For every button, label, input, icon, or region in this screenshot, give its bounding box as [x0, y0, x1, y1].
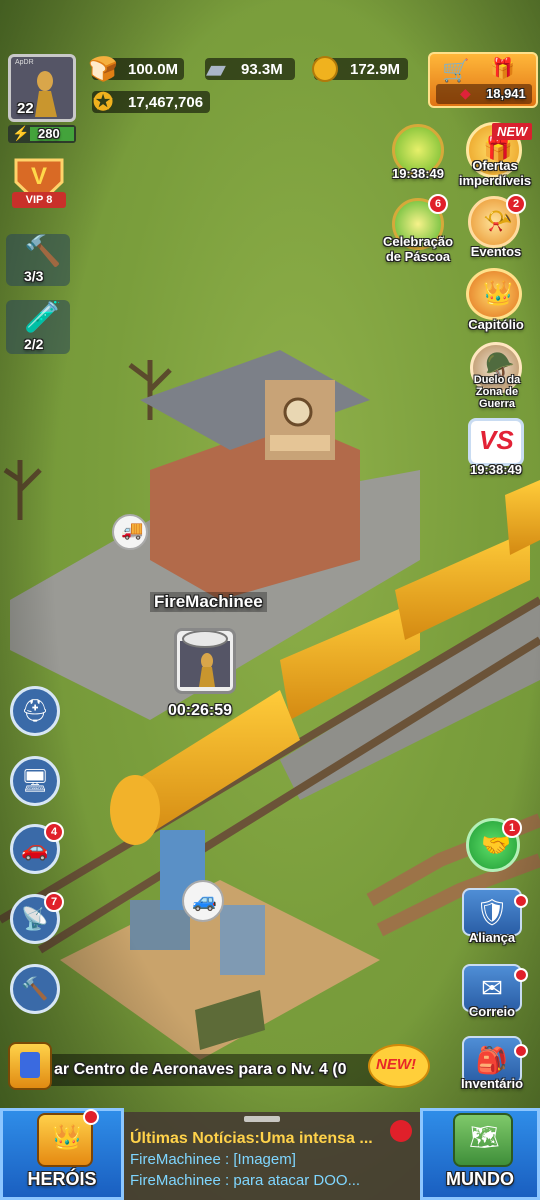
backpack-icon: 🎒 — [475, 1044, 509, 1075]
player-name-label: FireMachinee — [150, 592, 267, 612]
chat-line-2: FireMachinee : para atacar DOO... — [130, 1172, 361, 1189]
gold-value: 172.9M — [350, 60, 401, 78]
builders-button[interactable]: 🔨 3/3 — [6, 234, 70, 286]
vs-timer: 19:38:49 — [469, 462, 523, 477]
alliance-dot — [514, 894, 528, 908]
food-value: 100.0M — [128, 60, 179, 78]
energy-bar[interactable]: ⚡ 280 — [8, 125, 76, 143]
vehicle-production-icon[interactable]: 🚙 — [182, 880, 224, 922]
chat-monitor-button[interactable]: 🖥 — [10, 756, 60, 806]
monitor-icon: 🖥 — [21, 768, 49, 793]
radar-badge: 7 — [44, 892, 64, 912]
truck-delivery-icon[interactable]: 🚚 — [112, 514, 148, 550]
heroes-dot — [83, 1109, 99, 1125]
vip-level: VIP 8 — [12, 192, 66, 208]
svg-text:V: V — [31, 163, 47, 190]
alliance-button[interactable]: 🛡 — [462, 888, 522, 936]
shield-star-icon: 🛡 — [475, 896, 509, 927]
research-count: 2/2 — [24, 336, 44, 352]
gem-icon: ◆ — [460, 85, 471, 101]
power-display[interactable]: ✪ 17,467,706 — [92, 89, 210, 116]
helmet-icon: ⛑ — [21, 698, 49, 723]
officer-cap-icon — [182, 631, 228, 687]
shop-button[interactable]: 🛒 🎁 ◆ 18,941 — [428, 52, 538, 108]
player-avatar[interactable]: ApDR 22 — [8, 54, 76, 122]
heroes-button[interactable]: 👑 HERÓIS — [0, 1108, 124, 1200]
world-map-icon: 🗺 — [453, 1113, 513, 1167]
chat-line-1: FireMachinee : [Imagem] — [130, 1151, 296, 1168]
radar-icon: 📡 — [21, 906, 49, 931]
mail-dot — [514, 968, 528, 982]
cart-icon: 🛒 — [442, 58, 470, 83]
vehicles-badge: 4 — [44, 822, 64, 842]
events-label: Eventos — [470, 244, 522, 259]
power-icon: ✪ — [92, 88, 114, 116]
vs-icon: VS — [479, 425, 514, 455]
gold-resource[interactable]: 172.9M — [312, 56, 408, 82]
car-icon: 🚗 — [21, 836, 49, 861]
quest-radio-icon[interactable] — [8, 1042, 52, 1090]
chat-panel[interactable]: Últimas Notícias:Uma intensa ... FireMac… — [130, 1128, 420, 1191]
quest-text: ar Centro de Aeronaves para o Nv. 4 (0 — [54, 1061, 347, 1078]
alliance-help-badge: 1 — [502, 818, 522, 838]
builders-count: 3/3 — [24, 268, 44, 284]
lightning-icon: ⚡ — [12, 125, 30, 141]
events-badge: 2 — [506, 194, 526, 214]
energy-value: 280 — [38, 126, 60, 141]
hammer-icon: 🔨 — [24, 235, 62, 268]
news-line: Últimas Notícias:Uma intensa ... — [130, 1130, 373, 1147]
coin-icon — [308, 52, 342, 86]
chat-handle[interactable] — [244, 1116, 280, 1122]
power-value: 17,467,706 — [128, 93, 204, 111]
hammer-icon: 🔨 — [21, 976, 49, 1001]
easter-badge: 6 — [428, 194, 448, 214]
world-label: MUNDO — [446, 1169, 514, 1189]
food-resource[interactable]: 🍞 100.0M — [88, 56, 184, 83]
build-button[interactable]: 🔨 — [10, 964, 60, 1014]
crown-icon: 👑 — [483, 280, 513, 307]
vs-button[interactable]: VS — [468, 418, 524, 466]
steel-value: 93.3M — [241, 60, 283, 78]
steel-resource[interactable]: ▰ 93.3M — [205, 56, 295, 83]
bread-icon: 🍞 — [88, 55, 118, 83]
alliance-label: Aliança — [468, 930, 516, 945]
inventory-dot — [514, 1044, 528, 1058]
chapter-button[interactable]: 👑 — [466, 268, 522, 320]
envelope-icon: ✉ — [481, 972, 503, 1003]
mail-label: Correio — [468, 1004, 516, 1019]
vip-badge[interactable]: V VIP 8 — [8, 152, 70, 212]
news-dot — [390, 1120, 412, 1142]
inventory-label: Inventário — [460, 1076, 524, 1091]
chapter-label: Capitólio — [468, 317, 524, 332]
quest-bar[interactable]: ar Centro de Aeronaves para o Nv. 4 (0 — [30, 1054, 400, 1086]
egg-event-timer: 19:38:49 — [391, 166, 445, 181]
helmet-button[interactable]: ⛑ — [10, 686, 60, 736]
quest-new-badge: NEW! — [368, 1044, 430, 1088]
player-level: 22 — [17, 100, 34, 117]
heroes-label: HERÓIS — [27, 1169, 97, 1189]
flask-icon: 🧪 — [24, 301, 62, 334]
march-timer: 00:26:59 — [168, 702, 233, 719]
steel-icon: ▰ — [206, 55, 226, 83]
new-badge: NEW — [492, 123, 533, 140]
gift-icon: 🎁 — [490, 58, 515, 80]
march-avatar[interactable] — [174, 628, 236, 694]
gems-value: 18,941 — [486, 86, 526, 101]
easter-label: Celebração de Páscoa — [382, 234, 454, 264]
duel-label: Duelo da Zona de Guerra — [473, 374, 521, 410]
research-button[interactable]: 🧪 2/2 — [6, 300, 70, 354]
world-button[interactable]: 🗺 MUNDO — [420, 1108, 540, 1200]
offers-label: Ofertas imperdíveis — [458, 158, 532, 188]
